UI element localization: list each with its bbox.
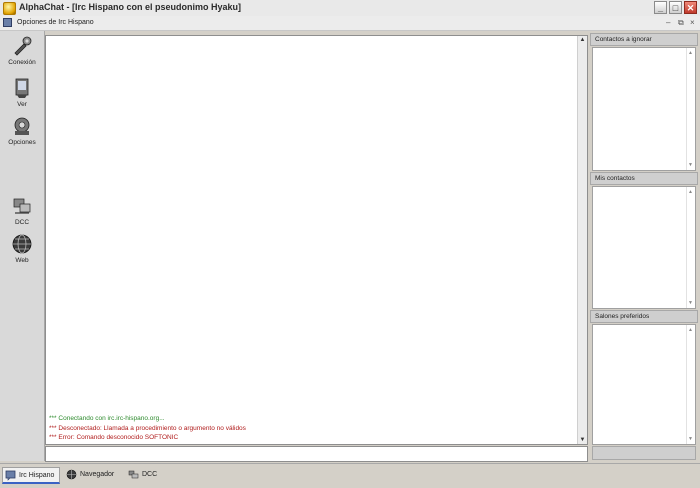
scroll-up-icon[interactable]: ▲	[688, 327, 693, 333]
sidebar-item-web[interactable]: Web	[0, 233, 44, 264]
window-tabs: Irc Hispano Navegador DCC	[0, 463, 700, 488]
scroll-down-icon[interactable]: ▼	[688, 162, 693, 168]
minimize-button[interactable]: _	[654, 1, 667, 14]
chat-icon	[5, 470, 16, 481]
tab-irc-hispano[interactable]: Irc Hispano	[2, 467, 60, 484]
sidebar-item-label: DCC	[14, 219, 30, 226]
sidebar-item-label: Conexión	[8, 59, 36, 66]
sidebar: Conexión Ver Opciones DCC Web	[0, 31, 45, 461]
menu-bar: Opciones de Irc Hispano – ⧉ ×	[0, 16, 700, 31]
sidebar-item-label: Web	[15, 257, 29, 264]
tab-label: Irc Hispano	[19, 472, 55, 479]
maximize-button[interactable]: □	[669, 1, 682, 14]
panel-header-contacts: Mis contactos	[590, 172, 698, 185]
panel-scrollbar[interactable]: ▲ ▼	[686, 48, 695, 170]
menu-irc-options[interactable]: Opciones de Irc Hispano	[17, 19, 94, 26]
title-bar: AlphaChat - [Irc Hispano con el pseudoni…	[0, 0, 700, 17]
right-sidebar: Contactos a ignorar ▲ ▼ Mis contactos ▲ …	[590, 33, 698, 463]
scroll-down-icon[interactable]: ▼	[579, 437, 586, 443]
view-icon	[15, 78, 29, 98]
tab-label: DCC	[142, 471, 158, 478]
scroll-down-icon[interactable]: ▼	[688, 436, 693, 442]
ignore-list[interactable]: ▲ ▼	[592, 47, 696, 171]
dcc-icon	[13, 198, 31, 214]
tab-dcc[interactable]: DCC	[126, 467, 162, 484]
sidebar-item-label: Ver	[17, 101, 27, 108]
chat-log[interactable]: ▲ ▼ *** Conectando con irc.irc-hispano.o…	[45, 35, 588, 445]
contacts-list[interactable]: ▲ ▼	[592, 186, 696, 309]
chat-message: *** Conectando con irc.irc-hispano.org..…	[49, 415, 165, 422]
tab-navegador[interactable]: Navegador	[64, 467, 122, 484]
mdi-close-button[interactable]: ×	[690, 18, 695, 28]
scroll-down-icon[interactable]: ▼	[688, 300, 693, 306]
panel-header-ignore: Contactos a ignorar	[590, 33, 698, 46]
right-panel-footer	[592, 446, 696, 460]
panel-title: Mis contactos	[595, 175, 635, 182]
tab-label: Navegador	[80, 471, 115, 478]
browser-icon	[66, 469, 77, 480]
panel-title: Salones preferidos	[595, 313, 650, 320]
favorite-rooms-list[interactable]: ▲ ▼	[592, 324, 696, 445]
irc-options-icon[interactable]	[3, 18, 12, 27]
close-button[interactable]: ✕	[684, 1, 697, 14]
scroll-up-icon[interactable]: ▲	[688, 189, 693, 195]
scroll-up-icon[interactable]: ▲	[688, 50, 693, 56]
dcc-icon	[128, 470, 139, 479]
chat-message: *** Error: Comando desconocido SOFTONIC	[49, 434, 179, 441]
settings-icon	[14, 117, 30, 135]
app-icon[interactable]	[3, 2, 16, 15]
mdi-minimize-button[interactable]: –	[666, 18, 670, 28]
panel-scrollbar[interactable]: ▲ ▼	[686, 325, 695, 444]
globe-icon	[12, 234, 32, 254]
sidebar-item-conexion[interactable]: Conexión	[0, 35, 44, 66]
chat-scrollbar[interactable]: ▲ ▼	[577, 36, 587, 444]
scroll-up-icon[interactable]: ▲	[579, 37, 586, 43]
panel-title: Contactos a ignorar	[595, 36, 652, 43]
panel-header-rooms: Salones preferidos	[590, 310, 698, 323]
window-title: AlphaChat - [Irc Hispano con el pseudoni…	[19, 2, 242, 12]
message-input[interactable]	[45, 446, 588, 462]
sidebar-item-label: Opciones	[8, 139, 36, 146]
mdi-restore-button[interactable]: ⧉	[678, 18, 684, 28]
sidebar-item-dcc[interactable]: DCC	[0, 195, 44, 226]
panel-scrollbar[interactable]: ▲ ▼	[686, 187, 695, 308]
sidebar-item-opciones[interactable]: Opciones	[0, 115, 44, 146]
sidebar-item-ver[interactable]: Ver	[0, 77, 44, 108]
chat-message: *** Desconectado: Llamada a procedimient…	[49, 425, 246, 432]
wrench-icon	[14, 36, 32, 56]
